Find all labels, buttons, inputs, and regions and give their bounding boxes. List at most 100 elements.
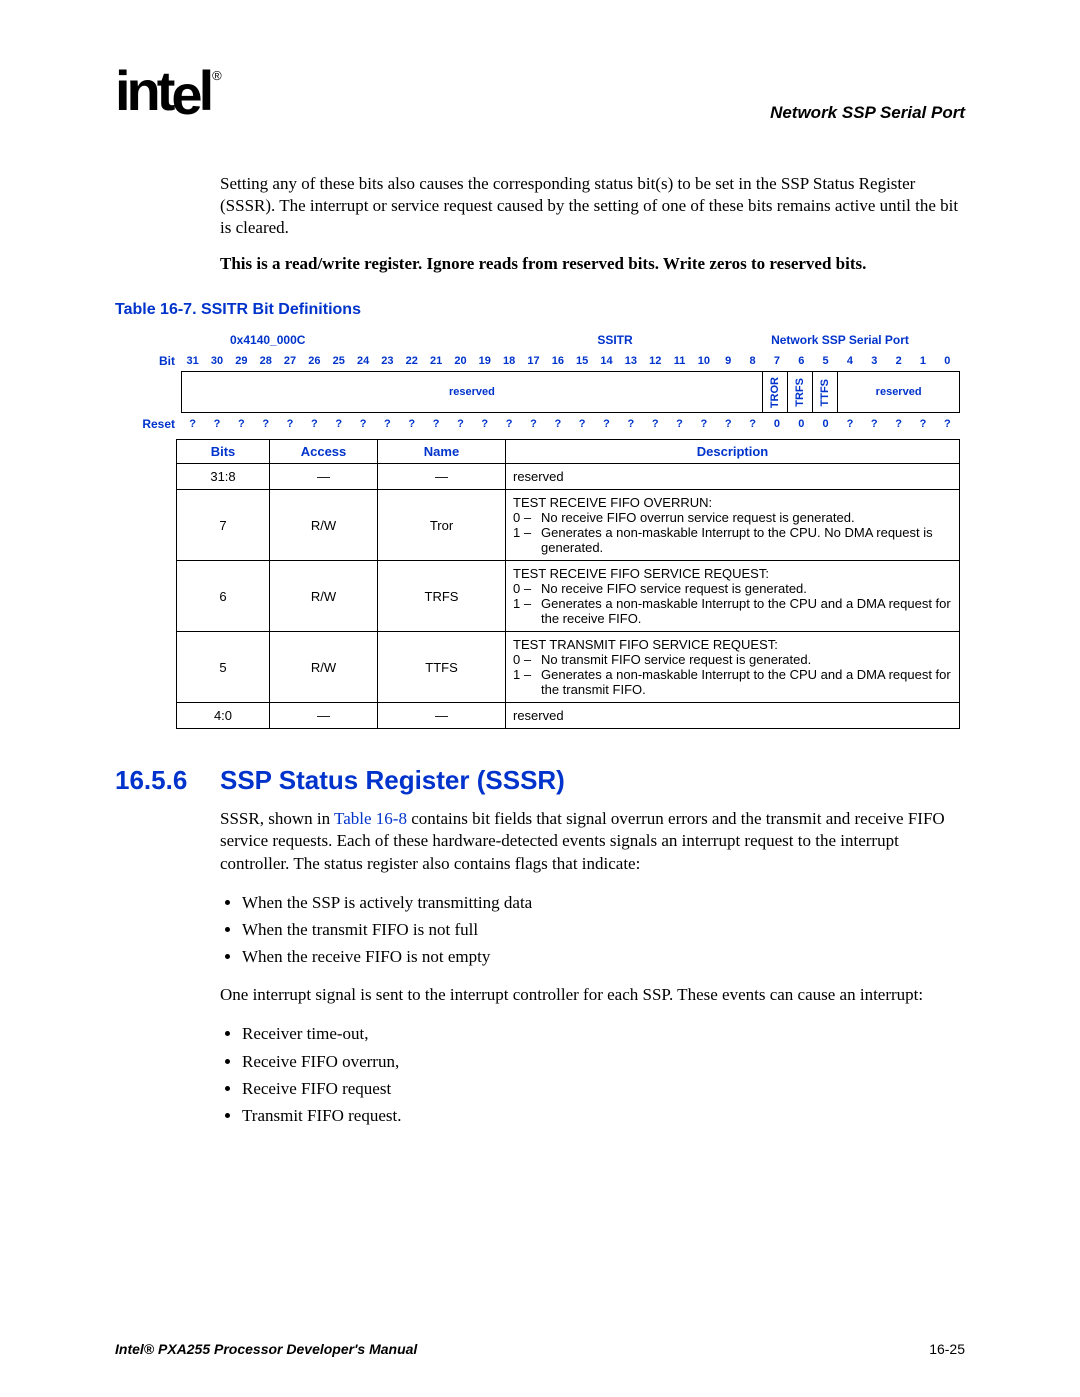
bit-number: 15	[571, 351, 595, 371]
reset-value: ?	[887, 413, 911, 435]
bit-number: 28	[254, 351, 278, 371]
reset-value: ?	[181, 413, 205, 435]
list-item: When the transmit FIFO is not full	[242, 916, 965, 943]
section-title: SSP Status Register (SSSR)	[220, 765, 565, 795]
bit-number: 10	[692, 351, 716, 371]
bit-number: 4	[838, 351, 862, 371]
intro-paragraph-2: This is a read/write register. Ignore re…	[220, 253, 965, 275]
col-description: Description	[506, 440, 960, 464]
page-footer: Intel® PXA255 Processor Developer's Manu…	[115, 1341, 965, 1357]
bit-number: 20	[449, 351, 473, 371]
intro-paragraph-1: Setting any of these bits also causes th…	[220, 173, 965, 239]
bit-label: Bit	[120, 351, 181, 371]
reset-value: 0	[765, 413, 789, 435]
table-link[interactable]: Table 16-8	[334, 809, 407, 828]
bit-number: 18	[497, 351, 521, 371]
reset-value: ?	[741, 413, 765, 435]
bit-field: reserved	[838, 372, 959, 412]
table-row: 4:0——reserved	[177, 703, 960, 729]
bit-number: 0	[936, 351, 960, 371]
footer-title: Intel® PXA255 Processor Developer's Manu…	[115, 1341, 417, 1357]
reset-value: ?	[497, 413, 521, 435]
reset-value: ?	[619, 413, 643, 435]
reset-value: ?	[936, 413, 960, 435]
reset-value: 0	[790, 413, 814, 435]
bit-number: 2	[887, 351, 911, 371]
bit-number-row: Bit 313029282726252423222120191817161514…	[120, 351, 960, 371]
reset-value: ?	[327, 413, 351, 435]
bit-number: 3	[863, 351, 887, 371]
reset-value: ?	[205, 413, 229, 435]
bit-number: 5	[814, 351, 838, 371]
reset-value: 0	[814, 413, 838, 435]
register-name: SSITR	[510, 333, 720, 347]
reset-value: ?	[692, 413, 716, 435]
bit-field: TTFS	[813, 372, 838, 412]
registered-mark: ®	[212, 68, 222, 83]
register-diagram: 0x4140_000C SSITR Network SSP Serial Por…	[120, 331, 960, 435]
bit-number: 19	[473, 351, 497, 371]
intel-logo: intel®	[115, 58, 220, 123]
bit-number: 9	[717, 351, 741, 371]
list-item: Transmit FIFO request.	[242, 1102, 965, 1129]
list-item: Receive FIFO overrun,	[242, 1048, 965, 1075]
page: intel® Network SSP Serial Port Setting a…	[0, 0, 1080, 1397]
bit-number: 31	[181, 351, 205, 371]
bit-number: 30	[205, 351, 229, 371]
reset-value: ?	[473, 413, 497, 435]
reset-value: ?	[400, 413, 424, 435]
reset-value: ?	[230, 413, 254, 435]
register-info-row: 0x4140_000C SSITR Network SSP Serial Por…	[120, 331, 960, 351]
reset-label: Reset	[120, 413, 181, 435]
page-header: intel® Network SSP Serial Port	[115, 58, 965, 123]
page-number: 16-25	[929, 1341, 965, 1357]
bit-number: 11	[668, 351, 692, 371]
reset-value: ?	[351, 413, 375, 435]
interrupt-events-list: Receiver time-out,Receive FIFO overrun,R…	[220, 1020, 965, 1129]
register-port: Network SSP Serial Port	[720, 333, 960, 347]
reset-row: Reset ????????????????????????000?????	[120, 413, 960, 435]
bit-number: 26	[303, 351, 327, 371]
reset-value: ?	[668, 413, 692, 435]
list-item: When the receive FIFO is not empty	[242, 943, 965, 970]
reset-value: ?	[303, 413, 327, 435]
bit-number: 12	[644, 351, 668, 371]
reset-value: ?	[254, 413, 278, 435]
section-heading: 16.5.6SSP Status Register (SSSR)	[115, 765, 965, 796]
bit-number: 7	[765, 351, 789, 371]
reset-value: ?	[571, 413, 595, 435]
bit-number: 13	[619, 351, 643, 371]
bit-number: 24	[351, 351, 375, 371]
bit-definitions-table: Bits Access Name Description 31:8——reser…	[176, 439, 960, 729]
col-name: Name	[378, 440, 506, 464]
bit-field-row: reservedTRORTRFSTTFSreserved	[120, 371, 960, 413]
bit-number: 23	[376, 351, 400, 371]
col-bits: Bits	[177, 440, 270, 464]
list-item: Receiver time-out,	[242, 1020, 965, 1047]
table-row: 7R/WTrorTEST RECEIVE FIFO OVERRUN:0 –No …	[177, 490, 960, 561]
table-row: 6R/WTRFSTEST RECEIVE FIFO SERVICE REQUES…	[177, 561, 960, 632]
bit-number: 1	[911, 351, 935, 371]
reset-value: ?	[522, 413, 546, 435]
reset-value: ?	[546, 413, 570, 435]
bit-field: TRFS	[788, 372, 813, 412]
section-paragraph-1: SSSR, shown in Table 16-8 contains bit f…	[220, 808, 965, 874]
reset-value: ?	[449, 413, 473, 435]
bit-number: 14	[595, 351, 619, 371]
bit-number: 25	[327, 351, 351, 371]
register-address: 0x4140_000C	[120, 333, 510, 347]
bit-field: TROR	[763, 372, 788, 412]
reset-value: ?	[911, 413, 935, 435]
bit-number: 17	[522, 351, 546, 371]
section-paragraph-2: One interrupt signal is sent to the inte…	[220, 984, 965, 1006]
bit-number: 22	[400, 351, 424, 371]
bit-number: 21	[424, 351, 448, 371]
reset-value: ?	[863, 413, 887, 435]
bit-number: 29	[230, 351, 254, 371]
list-item: Receive FIFO request	[242, 1075, 965, 1102]
bit-number: 8	[741, 351, 765, 371]
reset-value: ?	[278, 413, 302, 435]
reset-value: ?	[376, 413, 400, 435]
bit-number: 6	[790, 351, 814, 371]
reset-value: ?	[644, 413, 668, 435]
